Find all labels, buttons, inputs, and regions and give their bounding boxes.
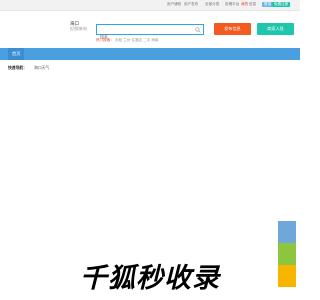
hot-search-label: 热门搜索：: [96, 38, 114, 42]
merchant-join-button[interactable]: 商家入驻: [257, 23, 294, 35]
search-bar: [96, 24, 204, 41]
city-selector: 海口 [切换城市]: [70, 21, 87, 32]
top-utility-bar: 用户通知 用户发布 全部分类 投稿平台 我的 信息 登录 免费注册: [0, 0, 300, 11]
topbar-link-publish[interactable]: 用户发布: [184, 2, 198, 7]
topbar-link-my[interactable]: 我的: [241, 2, 248, 7]
post-info-button[interactable]: 发布信息: [214, 23, 251, 35]
quick-nav-label: 快速导航：: [8, 66, 27, 70]
main-nav: 首页: [0, 48, 300, 60]
switch-city-link[interactable]: [切换城市]: [70, 27, 87, 32]
watermark-text: 千狐秒收录: [80, 263, 220, 293]
topbar-link-info[interactable]: 信息: [249, 2, 256, 7]
topbar-link-submit[interactable]: 投稿平台: [225, 2, 239, 7]
topbar-link-categories[interactable]: 全部分类: [205, 2, 219, 7]
quick-nav-weather-link[interactable]: 海口天气: [34, 66, 49, 70]
search-icon[interactable]: [195, 26, 201, 33]
float-block-blue[interactable]: [278, 221, 296, 243]
topbar-link-notice[interactable]: 用户通知: [167, 2, 181, 7]
register-button[interactable]: 免费注册: [272, 2, 291, 7]
quick-navigation: 快速导航： 海口天气: [8, 66, 49, 71]
hot-search-terms[interactable]: 出租 兰州 住酒店 二手 海南: [115, 38, 159, 42]
nav-home[interactable]: 首页: [8, 48, 25, 60]
hot-search: 热门搜索： 出租 兰州 住酒店 二手 海南: [96, 38, 159, 43]
